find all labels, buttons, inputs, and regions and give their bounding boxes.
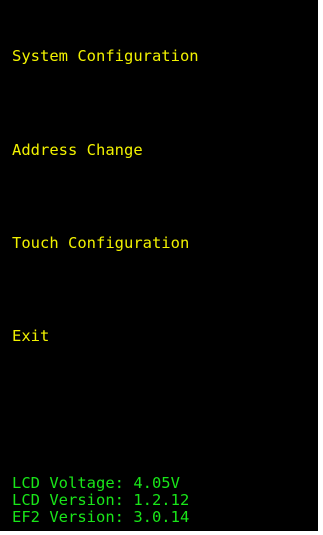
menu-item-address-change[interactable]: Address Change [12,141,143,159]
status-panel: LCD Voltage: 4.05V LCD Version: 1.2.12 E… [12,475,189,526]
menu-item-touch-configuration[interactable]: Touch Configuration [12,234,189,252]
device-frame: System Configuration Address Change Touc… [0,0,323,535]
ef2-version-text: EF2 Version: 3.0.14 [12,508,190,526]
lcd-screen: System Configuration Address Change Touc… [0,0,318,531]
lcd-version-text: LCD Version: 1.2.12 [12,491,190,509]
menu-item-exit[interactable]: Exit [12,327,49,345]
menu-item-system-configuration[interactable]: System Configuration [12,47,199,65]
lcd-voltage-text: LCD Voltage: 4.05V [12,474,180,492]
